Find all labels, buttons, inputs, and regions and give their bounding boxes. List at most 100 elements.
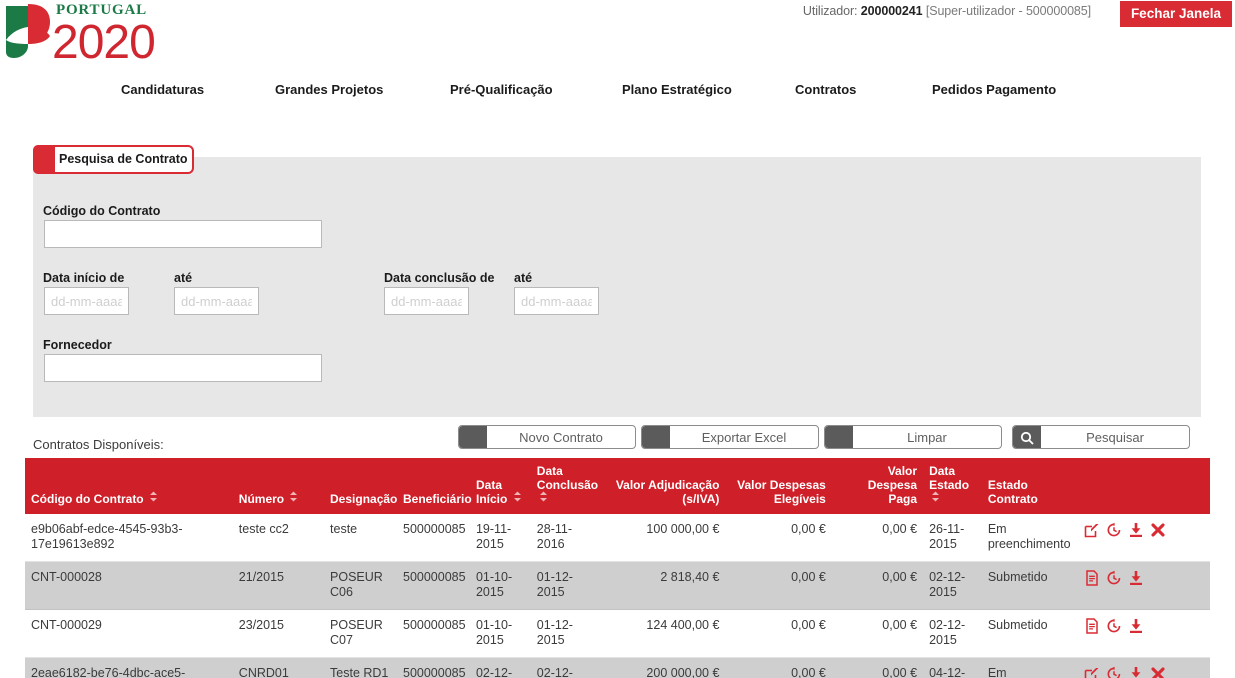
edit-icon — [1084, 524, 1099, 538]
document-icon — [1086, 570, 1098, 586]
cell-numero: 23/2015 — [232, 609, 325, 658]
cell-beneficiario: 500000085 — [397, 561, 470, 610]
nav-item-pedidos-pagamento[interactable]: Pedidos Pagamento — [932, 82, 1056, 97]
exportar-excel-knob — [642, 426, 670, 448]
tab-pesquisa-de-contrato[interactable]: Pesquisa de Contrato — [33, 145, 194, 174]
edit-icon[interactable] — [1082, 666, 1104, 678]
contratos-disponiveis-label: Contratos Disponíveis: — [33, 437, 164, 452]
download-icon[interactable] — [1126, 618, 1148, 635]
data-inicio-ate-input[interactable] — [174, 287, 259, 315]
column-header-n-mero[interactable]: Número — [232, 458, 325, 514]
delete-icon[interactable] — [1148, 666, 1170, 678]
cell-designacao: POSEUR C06 — [324, 561, 397, 610]
close-window-button[interactable]: Fechar Janela — [1119, 1, 1232, 27]
sort-arrows-icon[interactable] — [149, 491, 158, 505]
column-header-data-conclus-o[interactable]: Data Conclusão — [530, 458, 604, 514]
cell-valor-adjudicacao: 2 818,40 € — [603, 561, 726, 610]
cell-valor-adjudicacao: 124 400,00 € — [603, 609, 726, 658]
cell-valor-despesa-paga: 0,00 € — [831, 609, 924, 658]
history-icon[interactable] — [1104, 570, 1126, 587]
data-inicio-de-input[interactable] — [44, 287, 129, 315]
table-row[interactable]: e9b06abf-edce-4545-93b3-17e19613e892 test… — [25, 514, 1210, 562]
column-header-benefici-rio: Beneficiário — [397, 458, 472, 514]
data-inicio-de-label: Data início de — [43, 271, 125, 285]
column-header-label: Valor Despesa Paga — [867, 464, 918, 506]
column-header-c-digo-do-contrato[interactable]: Código do Contrato — [25, 458, 233, 514]
cell-data-estado: 26-11-2015 — [923, 514, 982, 562]
cell-beneficiario: 500000085 — [397, 657, 470, 678]
sort-arrows-icon[interactable] — [539, 491, 548, 505]
tab-label: Pesquisa de Contrato — [59, 152, 188, 166]
nav-item-candidaturas[interactable]: Candidaturas — [121, 82, 204, 97]
contracts-table-head: Código do Contrato Número Designação Bene… — [25, 458, 1210, 514]
table-row[interactable]: CNT-000028 21/2015 POSEUR C06 500000085 01-1… — [25, 561, 1210, 610]
download-icon[interactable] — [1126, 522, 1148, 539]
cell-numero: CNRD01 — [232, 657, 325, 678]
column-header-valor-despesas-eleg-veis: Valor Despesas Elegíveis — [725, 458, 832, 514]
nav-item-contratos[interactable]: Contratos — [795, 82, 856, 97]
nav-item-plano-estrat-gico[interactable]: Plano Estratégico — [622, 82, 732, 97]
exportar-excel-label: Exportar Excel — [701, 429, 787, 445]
download-icon[interactable] — [1126, 570, 1148, 587]
novo-contrato-button[interactable]: Novo Contrato — [458, 425, 636, 449]
cell-data-estado: 02-12-2015 — [923, 561, 982, 610]
sort-arrows-icon[interactable] — [513, 491, 522, 505]
download-icon — [1131, 667, 1141, 678]
download-icon[interactable] — [1126, 666, 1148, 678]
column-header-valor-despesa-paga: Valor Despesa Paga — [831, 458, 924, 514]
cell-actions — [1078, 609, 1210, 658]
cell-valor-adjudicacao: 200 000,00 € — [603, 657, 726, 678]
limpar-button[interactable]: Limpar — [824, 425, 1002, 449]
sort-arrows-icon[interactable] — [289, 491, 298, 505]
table-row[interactable]: CNT-000029 23/2015 POSEUR C07 500000085 01-1… — [25, 609, 1210, 658]
nav-item-grandes-projetos[interactable]: Grandes Projetos — [275, 82, 383, 97]
cell-valor-despesa-paga: 0,00 € — [831, 561, 924, 610]
download-icon — [1130, 619, 1143, 633]
table-row[interactable]: 2eae6182-be76-4dbc-ace5-090faf932972CNRD… — [25, 657, 1210, 678]
document-icon[interactable] — [1082, 570, 1104, 587]
column-header-valor-adjudica-o-s-iva: Valor Adjudicação (s/IVA) — [603, 458, 726, 514]
pesquisar-button[interactable]: Pesquisar — [1012, 425, 1190, 449]
cell-estado: Em preenchimento — [981, 657, 1079, 678]
history-icon[interactable] — [1104, 522, 1126, 539]
codigo-contrato-input[interactable] — [44, 220, 322, 248]
history-icon[interactable] — [1104, 618, 1126, 635]
nav-item-pr-qualifica-o[interactable]: Pré-Qualificação — [450, 82, 553, 97]
cell-data-inicio: 01-10-2015 — [469, 609, 531, 658]
column-header-label: Código do Contrato — [31, 492, 144, 506]
contracts-table: Código do Contrato Número Designação Bene… — [25, 458, 1210, 678]
data-conclusao-ate-input[interactable] — [514, 287, 599, 315]
delete-icon[interactable] — [1148, 522, 1170, 539]
cell-actions — [1078, 561, 1210, 610]
cell-data-conclusao: 28-11-2016 — [530, 514, 604, 562]
column-header-actions — [1078, 458, 1210, 514]
exportar-excel-button[interactable]: Exportar Excel — [641, 425, 819, 449]
cell-valor-despesas-elegiveis: 0,00 € — [725, 514, 832, 562]
document-icon — [1086, 618, 1098, 634]
cell-codigo: e9b06abf-edce-4545-93b3-17e19613e892 — [25, 514, 233, 562]
cell-data-conclusao: 01-12-2015 — [530, 609, 604, 658]
cell-beneficiario: 500000085 — [397, 609, 470, 658]
contracts-table-body: e9b06abf-edce-4545-93b3-17e19613e892 test… — [25, 514, 1210, 678]
cell-valor-despesas-elegiveis: 0,00 € — [725, 609, 832, 658]
contracts-search-page: Utilizador: 200000241 [Super-utilizador … — [0, 0, 1235, 678]
limpar-knob — [825, 426, 853, 448]
history-icon[interactable] — [1104, 666, 1126, 678]
document-icon[interactable] — [1082, 618, 1104, 635]
fornecedor-input[interactable] — [44, 354, 322, 382]
cell-numero: teste cc2 — [232, 514, 325, 562]
column-header-data-in-cio[interactable]: Data Início — [469, 458, 531, 514]
column-header-data-estado[interactable]: Data Estado — [923, 458, 982, 514]
contracts-table-wrapper: Código do Contrato Número Designação Bene… — [25, 458, 1210, 678]
cell-designacao: Teste RD1 — [324, 657, 397, 678]
cell-estado: Em preenchimento — [981, 514, 1079, 562]
data-inicio-ate-label: até — [174, 271, 193, 285]
cell-data-conclusao: 02-12-2015 — [530, 657, 604, 678]
data-conclusao-de-input[interactable] — [384, 287, 469, 315]
svg-text:2020: 2020 — [52, 16, 155, 62]
user-info: Utilizador: 200000241 [Super-utilizador … — [803, 4, 1091, 18]
history-icon — [1107, 522, 1121, 537]
edit-icon[interactable] — [1082, 522, 1104, 539]
sort-arrows-icon[interactable] — [931, 491, 940, 505]
panel-tab-strip: Pesquisa de Contrato — [33, 145, 194, 174]
